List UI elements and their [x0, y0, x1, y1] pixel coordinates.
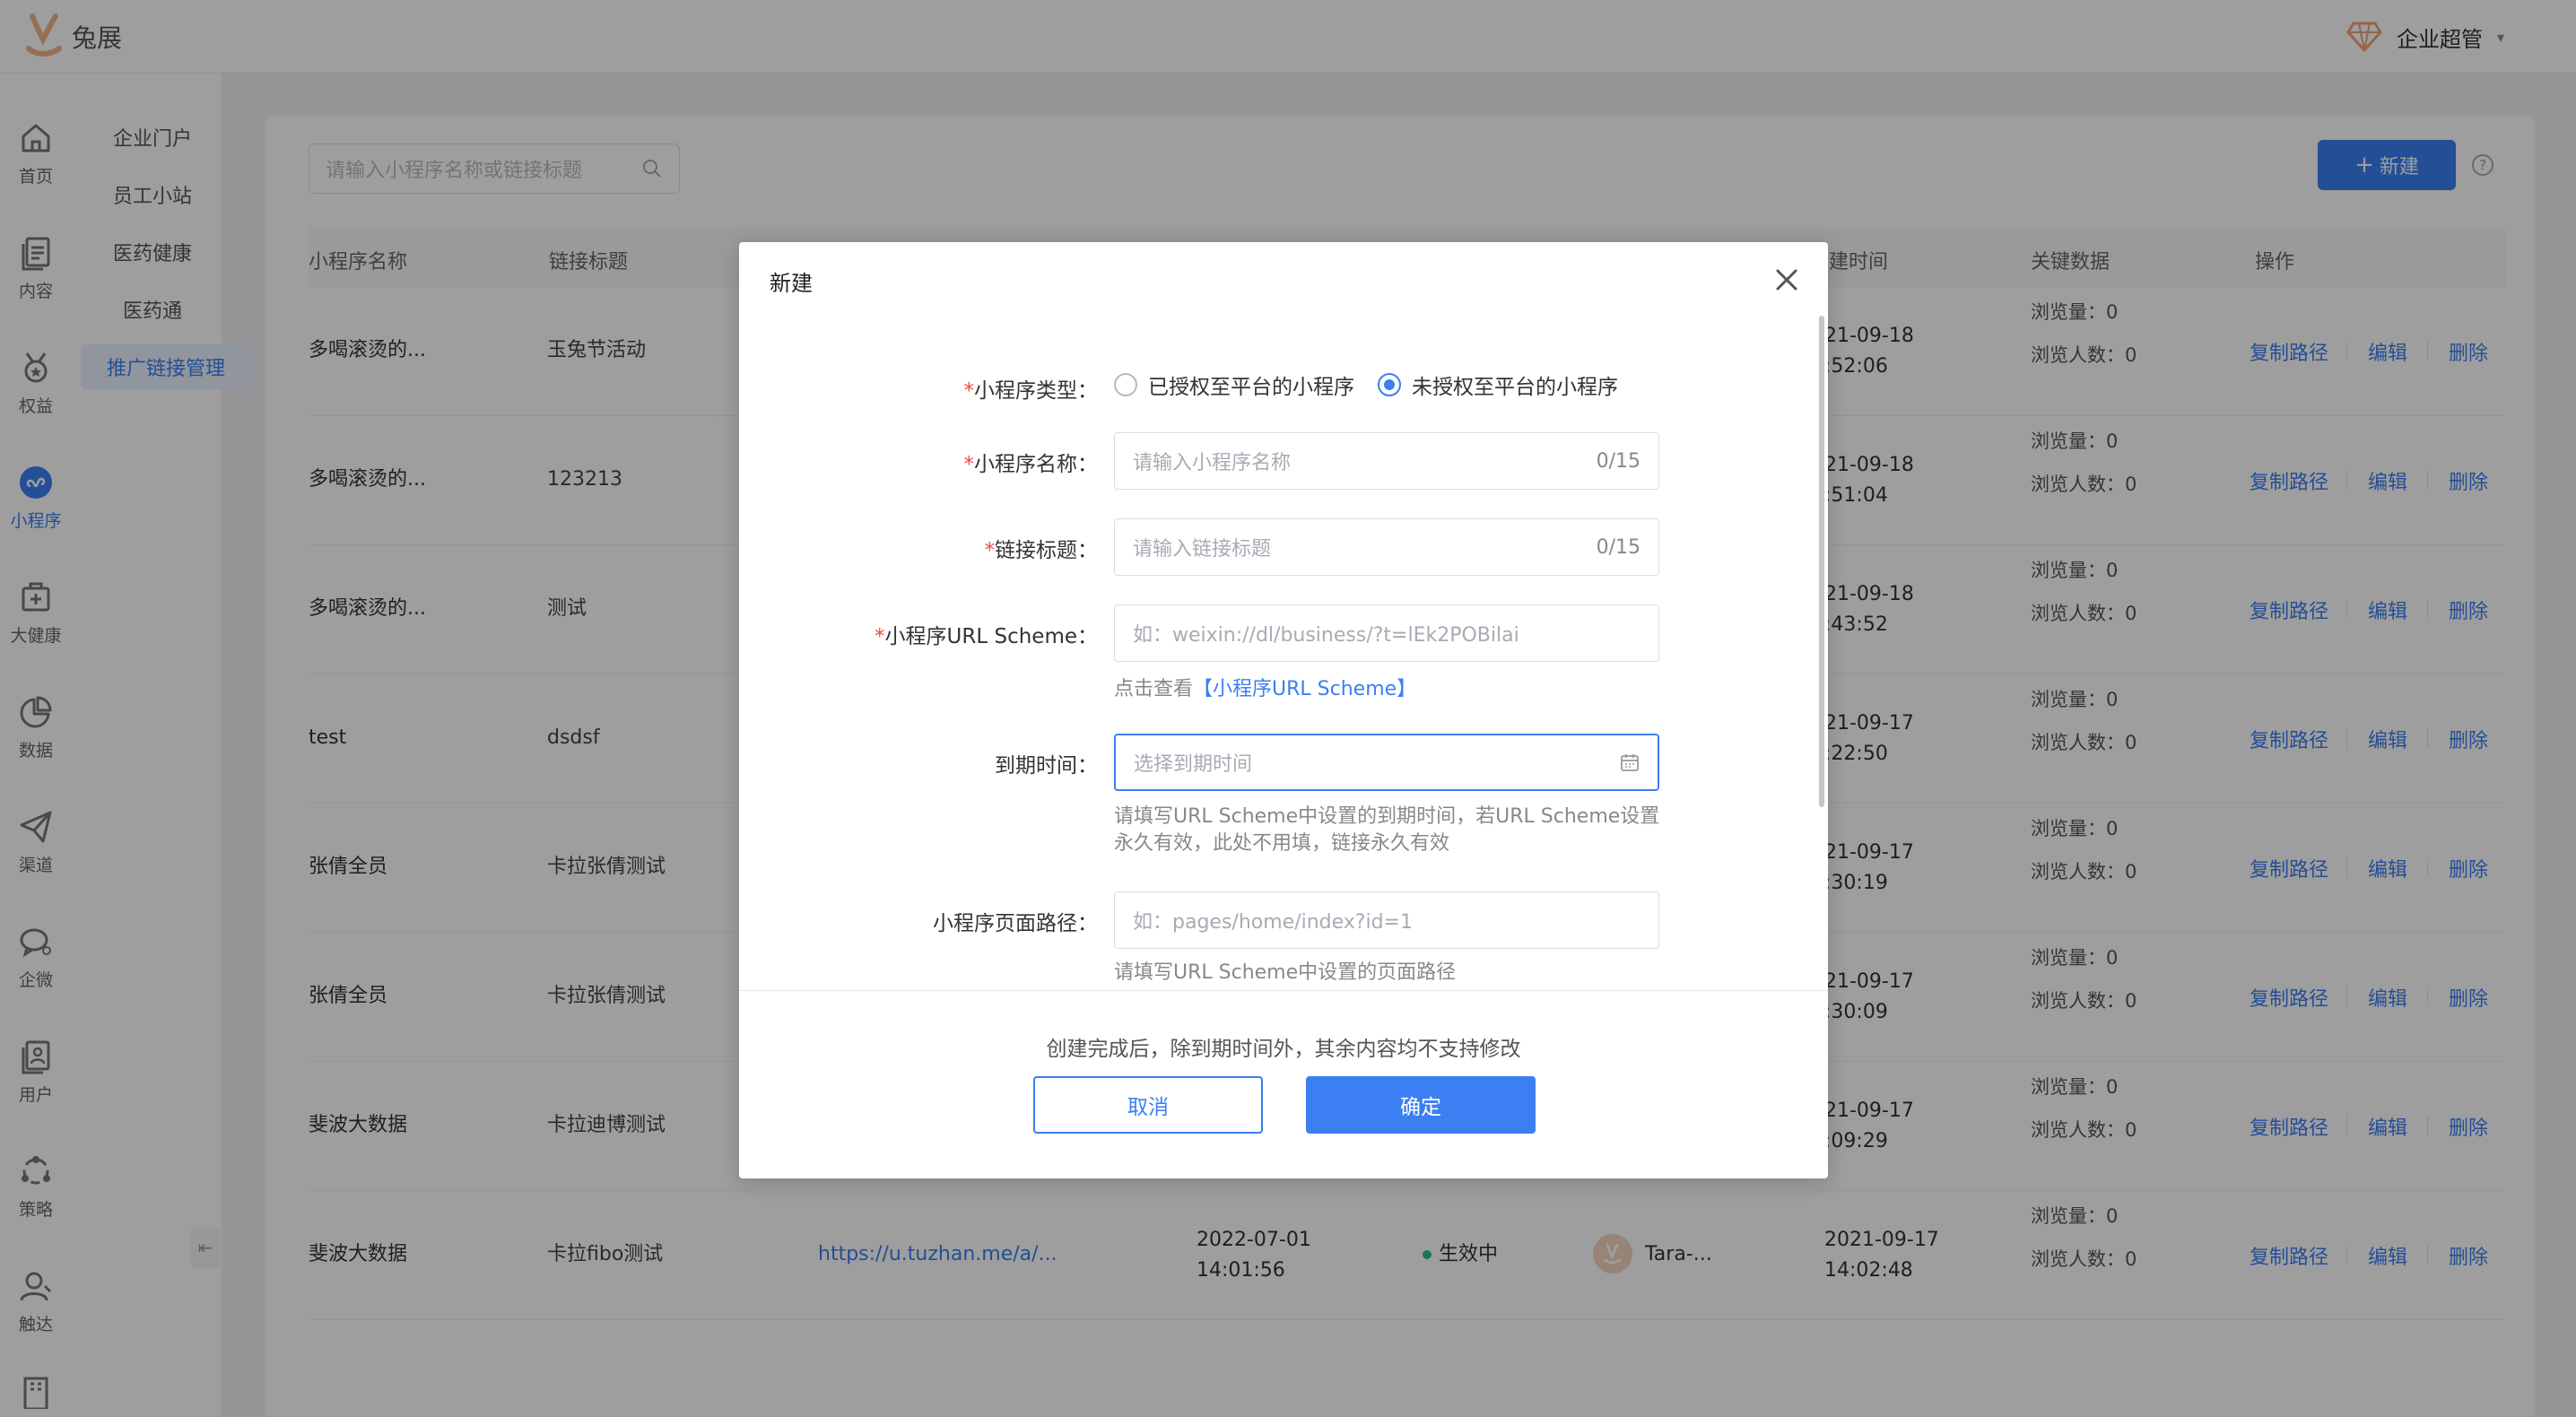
scheme-hint: 点击查看【小程序URL Scheme】 [1114, 678, 1417, 700]
scheme-help-link[interactable]: 【小程序URL Scheme】 [1193, 678, 1416, 700]
link-title-placeholder: 请输入链接标题 [1133, 538, 1272, 561]
url-scheme-input[interactable]: 如：weixin://dl/business/?t=lEk2POBilai [1114, 604, 1659, 662]
expire-hint: 请填写URL Scheme中设置的到期时间，若URL Scheme设置永久有效，… [1114, 805, 1660, 855]
name-label: *小程序名称： [963, 453, 1099, 476]
scheme-placeholder: 如：weixin://dl/business/?t=lEk2POBilai [1133, 624, 1519, 647]
radio-unauthorized[interactable]: 未授权至平台的小程序 [1378, 369, 1618, 400]
page-path-input[interactable]: 如：pages/home/index?id=1 [1114, 891, 1659, 949]
required-mark: * [963, 379, 975, 403]
type-radio-group: 已授权至平台的小程序 未授权至平台的小程序 [1114, 369, 1618, 400]
create-dialog: 新建 *小程序类型： 已授权至平台的小程序 未授权至平台的小程序 *小程序名称：… [739, 242, 1828, 1178]
path-label: 小程序页面路径： [933, 912, 1098, 935]
expire-placeholder: 选择到期时间 [1134, 753, 1253, 776]
dialog-title: 新建 [770, 271, 813, 296]
required-mark: * [963, 453, 975, 476]
link-title-input[interactable]: 请输入链接标题 0/15 [1114, 518, 1659, 576]
radio-label: 已授权至平台的小程序 [1148, 376, 1354, 399]
radio-circle-checked [1378, 373, 1401, 396]
radio-authorized[interactable]: 已授权至平台的小程序 [1114, 369, 1354, 400]
expire-date-picker[interactable]: 选择到期时间 [1114, 734, 1659, 791]
type-label: *小程序类型： [963, 379, 1099, 403]
scheme-label: *小程序URL Scheme： [875, 625, 1098, 648]
required-mark: * [875, 625, 885, 648]
cancel-button[interactable]: 取消 [1033, 1076, 1263, 1134]
close-icon[interactable] [1769, 262, 1805, 298]
expire-label: 到期时间： [995, 754, 1098, 778]
confirm-button[interactable]: 确定 [1306, 1076, 1536, 1134]
name-counter: 0/15 [1596, 449, 1640, 473]
name-placeholder: 请输入小程序名称 [1133, 452, 1292, 474]
link-title-label: *链接标题： [984, 539, 1099, 562]
path-hint: 请填写URL Scheme中设置的页面路径 [1114, 961, 1457, 984]
path-placeholder: 如：pages/home/index?id=1 [1133, 911, 1413, 934]
footer-note: 创建完成后，除到期时间外，其余内容均不支持修改 [1046, 1038, 1521, 1061]
scrollbar[interactable] [1819, 316, 1824, 807]
required-mark: * [984, 539, 996, 562]
footer-divider [739, 990, 1828, 991]
radio-circle [1114, 373, 1137, 396]
radio-label: 未授权至平台的小程序 [1412, 376, 1618, 399]
calendar-icon [1621, 754, 1639, 771]
miniprogram-name-input[interactable]: 请输入小程序名称 0/15 [1114, 432, 1659, 490]
link-title-counter: 0/15 [1596, 535, 1640, 559]
